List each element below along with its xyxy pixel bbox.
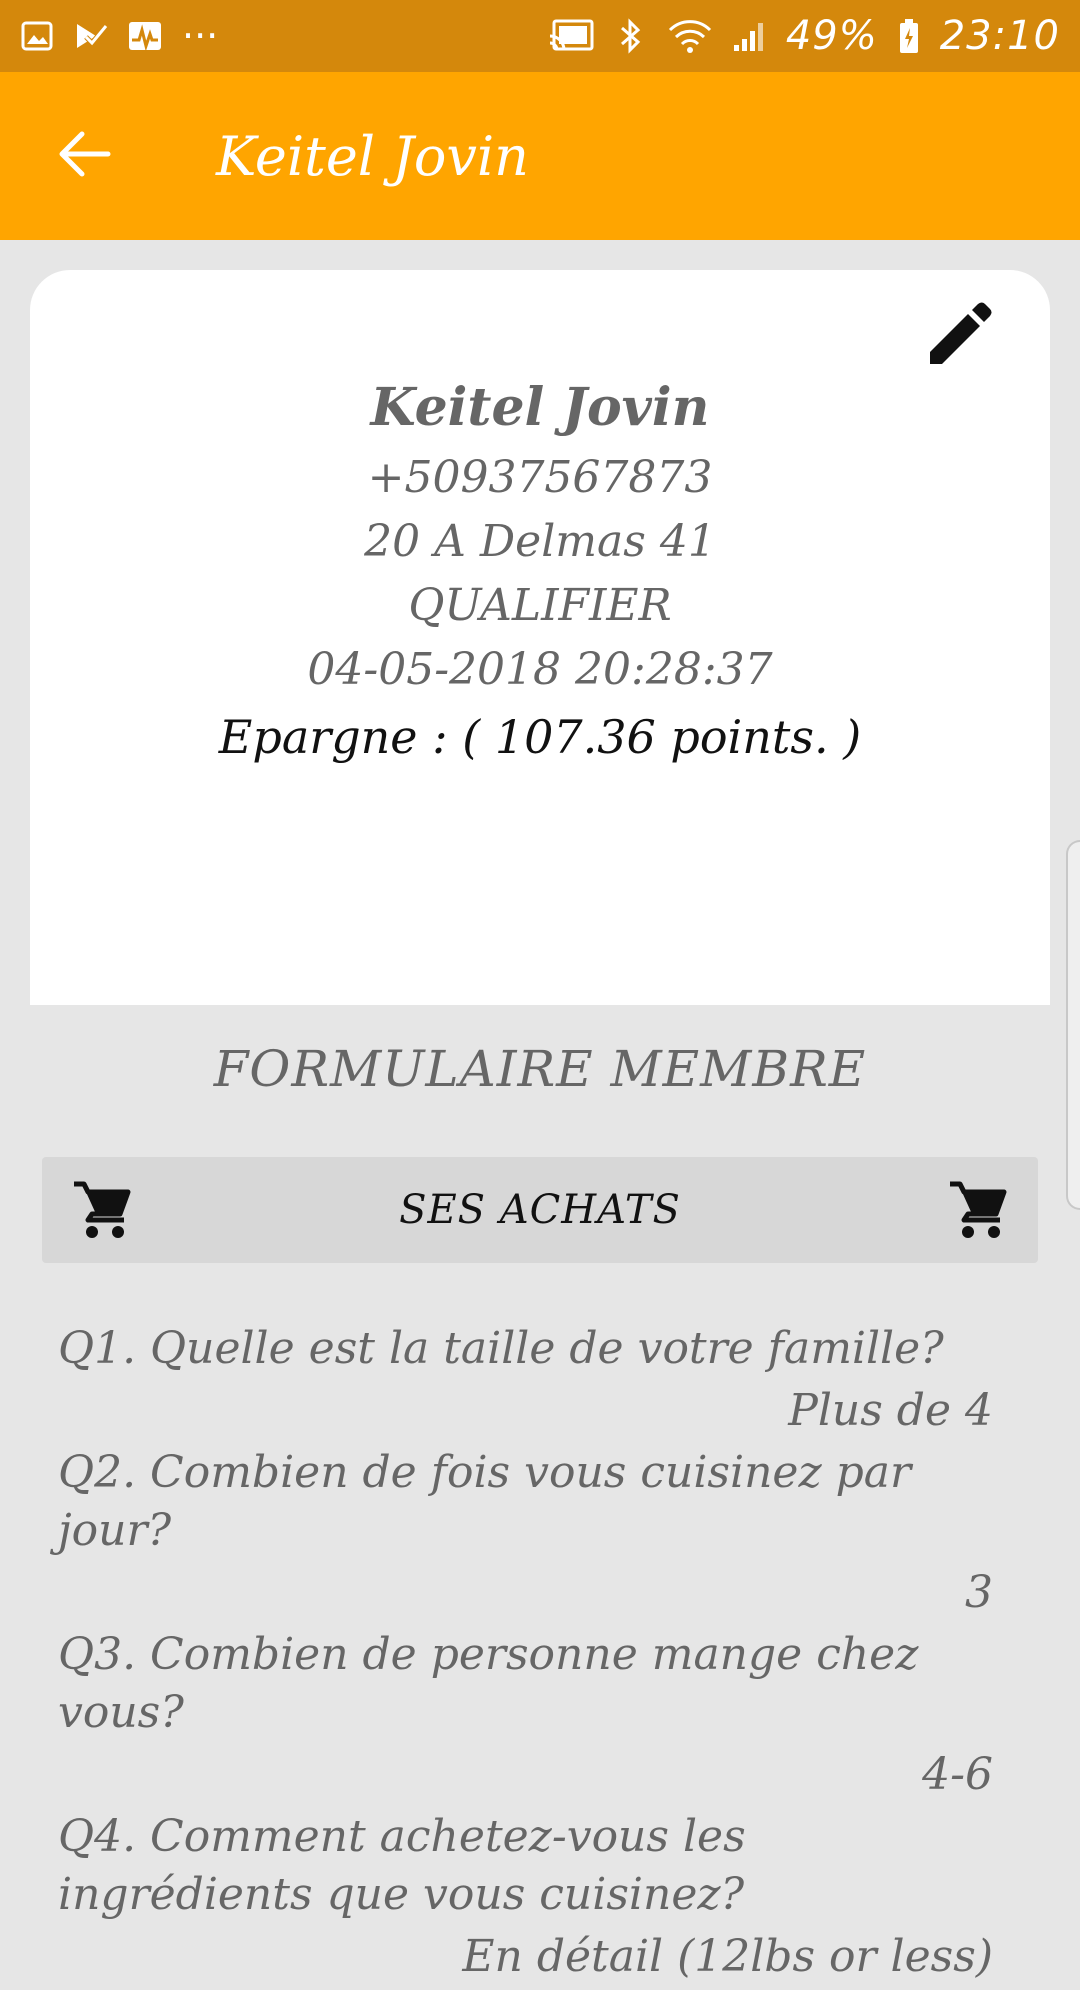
cast-icon bbox=[548, 19, 594, 53]
questionnaire: Q1. Quelle est la taille de votre famill… bbox=[58, 1320, 993, 1990]
profile-card: Keitel Jovin +50937567873 20 A Delmas 41… bbox=[30, 270, 1050, 1005]
section-title: FORMULAIRE MEMBRE bbox=[213, 1040, 867, 1098]
image-icon bbox=[20, 19, 54, 53]
status-bar: ··· 49% 23:10 bbox=[0, 0, 1080, 72]
battery-icon bbox=[898, 19, 920, 53]
app-bar: Keitel Jovin bbox=[0, 72, 1080, 240]
back-button[interactable] bbox=[0, 72, 170, 240]
clock: 23:10 bbox=[939, 13, 1060, 59]
answer-4: En détail (12lbs or less) bbox=[462, 1931, 993, 1982]
activity-icon bbox=[128, 19, 162, 53]
question-2: Q2. Combien de fois vous cuisinez par jo… bbox=[58, 1447, 912, 1556]
cart-icon bbox=[68, 1176, 136, 1244]
purchases-button[interactable]: SES ACHATS bbox=[42, 1157, 1038, 1263]
purchases-label: SES ACHATS bbox=[399, 1187, 681, 1233]
question-3: Q3. Combien de personne mange chez vous? bbox=[58, 1629, 919, 1738]
answer-2: 3 bbox=[965, 1567, 993, 1618]
status-left: ··· bbox=[20, 14, 218, 58]
member-savings: Epargne : ( 107.36 points. ) bbox=[218, 710, 862, 764]
member-status: QUALIFIER bbox=[408, 580, 672, 631]
question-1: Q1. Quelle est la taille de votre famill… bbox=[58, 1323, 944, 1374]
member-phone: +50937567873 bbox=[367, 452, 713, 503]
pencil-icon bbox=[922, 300, 994, 376]
edit-button[interactable] bbox=[916, 296, 1000, 380]
app-title: Keitel Jovin bbox=[216, 124, 529, 188]
member-address: 20 A Delmas 41 bbox=[364, 516, 716, 567]
signal-icon bbox=[732, 19, 766, 53]
status-right: 49% 23:10 bbox=[548, 13, 1060, 59]
wifi-icon bbox=[668, 19, 712, 53]
member-date: 04-05-2018 20:28:37 bbox=[307, 644, 773, 695]
answer-1: Plus de 4 bbox=[788, 1385, 993, 1436]
bluetooth-icon bbox=[614, 18, 648, 54]
overflow-indicator: ··· bbox=[182, 14, 219, 58]
cart-icon bbox=[944, 1176, 1012, 1244]
question-4: Q4. Comment achetez-vous les ingrédients… bbox=[58, 1811, 746, 1920]
arrow-left-icon bbox=[58, 130, 112, 182]
member-name: Keitel Jovin bbox=[370, 377, 710, 438]
profile-details: Keitel Jovin +50937567873 20 A Delmas 41… bbox=[30, 370, 1050, 772]
answer-3: 4-6 bbox=[922, 1749, 993, 1800]
battery-percent: 49% bbox=[785, 13, 878, 59]
task-check-icon bbox=[74, 19, 108, 53]
scrollbar[interactable] bbox=[1066, 840, 1080, 1210]
